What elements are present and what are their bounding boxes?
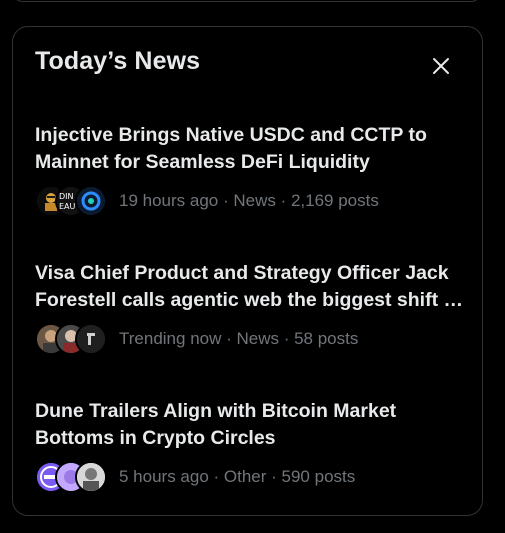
news-meta-text: Trending now · News · 58 posts: [119, 329, 359, 348]
svg-text:DIN: DIN: [59, 192, 74, 201]
news-headline: Injective Brings Native USDC and CCTP to…: [35, 124, 427, 173]
news-meta-text: 19 hours ago · News · 2,169 posts: [119, 191, 379, 210]
todays-news-panel: Today’s News Injective Brings Native USD…: [12, 26, 483, 516]
news-item[interactable]: Injective Brings Native USDC and CCTP to…: [35, 122, 465, 217]
avatar-stack: [35, 323, 107, 355]
news-meta-text: 5 hours ago · Other · 590 posts: [119, 467, 356, 486]
previous-card-edge: [12, 0, 482, 2]
news-meta-row: 5 hours ago · Other · 590 posts: [35, 461, 465, 493]
avatar: [75, 461, 107, 493]
avatar: [75, 185, 107, 217]
close-button[interactable]: [425, 50, 457, 82]
close-icon: [433, 58, 449, 74]
avatar-stack: [35, 461, 107, 493]
avatar: [75, 323, 107, 355]
news-headline: Dune Trailers Align with Bitcoin Market …: [35, 400, 397, 449]
news-item[interactable]: Dune Trailers Align with Bitcoin Market …: [35, 398, 465, 493]
panel-title: Today’s News: [35, 47, 201, 75]
news-meta-row: Trending now · News · 58 posts: [35, 323, 465, 355]
news-meta-row: DIN EAU 19 hours ago · News · 2,169 post…: [35, 185, 465, 217]
avatar-stack: DIN EAU: [35, 185, 107, 217]
news-headline: Visa Chief Product and Strategy Officer …: [35, 262, 461, 311]
svg-text:EAU: EAU: [59, 202, 76, 211]
news-item[interactable]: Visa Chief Product and Strategy Officer …: [35, 260, 465, 355]
